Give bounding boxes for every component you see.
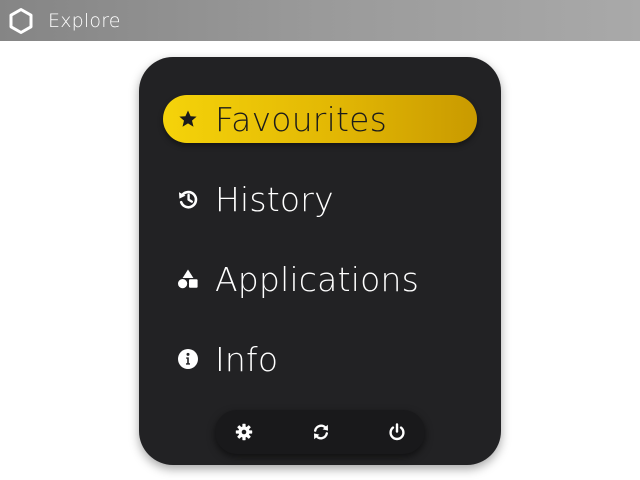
window-title: Explore bbox=[48, 9, 121, 32]
history-icon bbox=[177, 188, 199, 210]
menu-item-info[interactable]: Info bbox=[163, 335, 477, 383]
shapes-icon bbox=[177, 268, 199, 290]
refresh-button[interactable] bbox=[310, 421, 332, 443]
info-icon bbox=[177, 348, 199, 370]
menu-item-label: Info bbox=[215, 339, 279, 379]
menu-item-label: History bbox=[215, 179, 334, 219]
menu-item-label: Applications bbox=[215, 259, 419, 299]
power-icon bbox=[389, 423, 405, 441]
hexagon-icon bbox=[7, 7, 35, 35]
menu-item-applications[interactable]: Applications bbox=[163, 255, 477, 303]
power-button[interactable] bbox=[386, 421, 408, 443]
gear-icon bbox=[235, 423, 253, 441]
menu-item-label: Favourites bbox=[215, 99, 387, 139]
refresh-icon bbox=[313, 424, 328, 440]
menu-item-history[interactable]: History bbox=[163, 175, 477, 223]
menu-item-favourites[interactable]: Favourites bbox=[163, 95, 477, 143]
title-bar: Explore bbox=[0, 0, 640, 41]
settings-button[interactable] bbox=[233, 421, 255, 443]
explore-menu-panel: Favourites History Applications Info bbox=[139, 57, 501, 465]
bottom-toolbar bbox=[215, 410, 425, 454]
star-icon bbox=[177, 108, 199, 130]
